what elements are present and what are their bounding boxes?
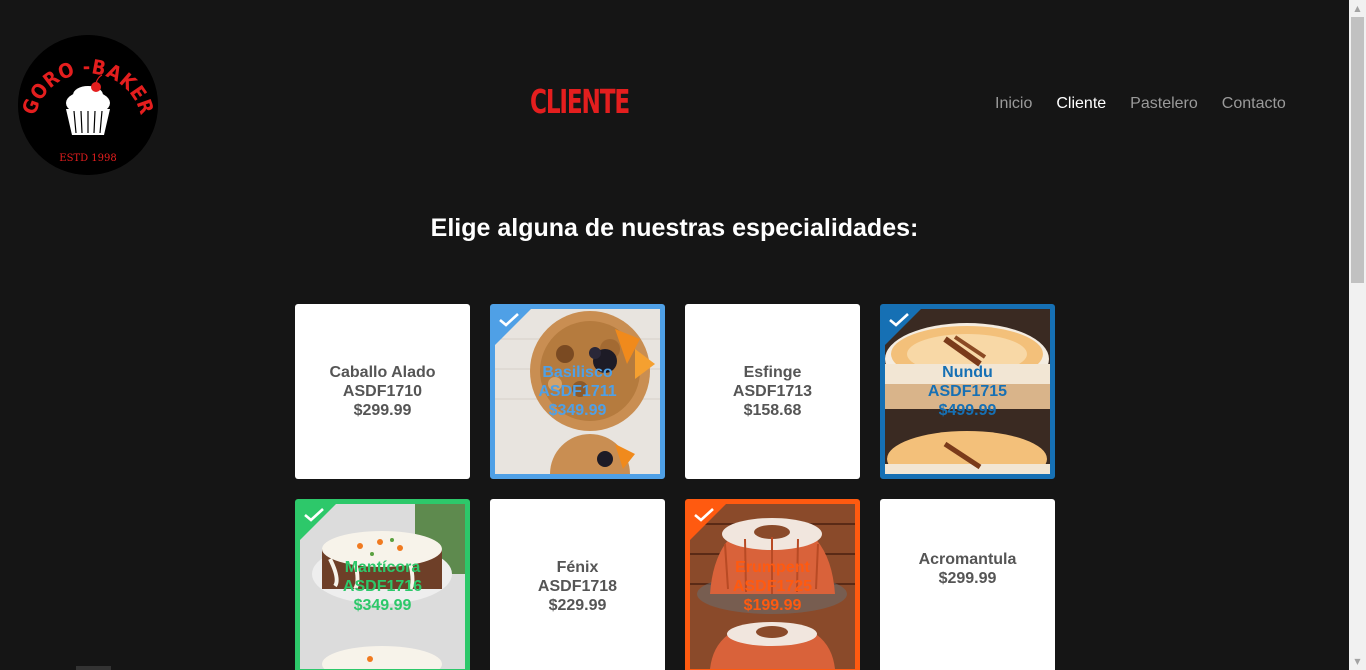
page: GORO -BAKER ESTD 1998 CLIENTE Inicio Cli…	[0, 0, 1366, 670]
product-card-basilisco[interactable]: Basilisco ASDF1711 $349.99	[490, 304, 665, 479]
product-name: Basilisco	[542, 364, 613, 381]
product-code: ASDF1710	[342, 383, 423, 400]
bottom-tab-indicator	[76, 666, 111, 670]
product-info: Esfinge ASDF1713 $158.68	[715, 363, 830, 420]
product-name: Esfinge	[743, 364, 802, 381]
product-code: ASDF1718	[537, 578, 618, 595]
product-price: $299.99	[353, 402, 412, 419]
product-info: Mantícora ASDF1716 $349.99	[325, 558, 440, 615]
nav-item-contacto[interactable]: Contacto	[1222, 95, 1286, 113]
cupcake-logo-icon: GORO -BAKER ESTD 1998	[18, 35, 158, 175]
product-info: Acromantula $299.99	[901, 550, 1035, 588]
product-name: Fénix	[556, 559, 599, 576]
product-name: Acromantula	[918, 550, 1017, 568]
product-code: ASDF1711	[538, 383, 617, 400]
product-card-esfinge[interactable]: Esfinge ASDF1713 $158.68	[685, 304, 860, 479]
product-code: ASDF1713	[732, 383, 813, 400]
product-price: $349.99	[548, 402, 607, 419]
vertical-scrollbar[interactable]: ▲ ▼	[1349, 0, 1366, 670]
product-name: Nundu	[942, 364, 993, 381]
logo-established-text: ESTD 1998	[59, 153, 116, 164]
section-heading: Elige alguna de nuestras especialidades:	[430, 214, 919, 242]
product-name: Mantícora	[344, 559, 421, 576]
nav-item-pastelero[interactable]: Pastelero	[1130, 95, 1198, 113]
nav-item-cliente[interactable]: Cliente	[1056, 95, 1106, 113]
product-code: ASDF1715	[927, 383, 1008, 400]
product-name: Erumpent	[735, 559, 810, 576]
arrow-up-icon[interactable]: ▲	[1349, 0, 1366, 17]
product-card-erumpent[interactable]: Erumpent ASDF1725 $199.99	[685, 499, 860, 670]
product-name: Caballo Alado	[329, 364, 436, 381]
arrow-down-icon[interactable]: ▼	[1349, 653, 1366, 670]
product-price: $349.99	[353, 597, 412, 614]
checkmark-icon	[304, 508, 324, 522]
product-price: $199.99	[743, 597, 802, 614]
product-price: $158.68	[743, 402, 802, 419]
product-price: $229.99	[548, 597, 607, 614]
product-card-caballo-alado[interactable]: Caballo Alado ASDF1710 $299.99	[295, 304, 470, 479]
product-code: ASDF1716	[342, 578, 423, 595]
product-code: ASDF1725	[732, 578, 813, 595]
product-info: Basilisco ASDF1711 $349.99	[520, 363, 634, 420]
product-card-fenix[interactable]: Fénix ASDF1718 $229.99	[490, 499, 665, 670]
product-info: Nundu ASDF1715 $499.99	[910, 363, 1025, 420]
page-title: CLIENTE	[530, 82, 630, 121]
product-info: Fénix ASDF1718 $229.99	[520, 558, 635, 615]
checkmark-icon	[499, 313, 519, 327]
checkmark-icon	[694, 508, 714, 522]
brand-logo[interactable]: GORO -BAKER ESTD 1998	[18, 35, 158, 175]
checkmark-icon	[889, 313, 909, 327]
product-info: Erumpent ASDF1725 $199.99	[715, 558, 830, 615]
product-card-nundu[interactable]: Nundu ASDF1715 $499.99	[880, 304, 1055, 479]
scrollbar-thumb[interactable]	[1351, 17, 1364, 283]
product-price: $499.99	[938, 402, 997, 419]
nav-item-inicio[interactable]: Inicio	[995, 95, 1032, 113]
product-card-acromantula[interactable]: Acromantula $299.99	[880, 499, 1055, 670]
main-nav: Inicio Cliente Pastelero Contacto	[995, 95, 1286, 113]
product-info: Caballo Alado ASDF1710 $299.99	[311, 363, 453, 420]
product-card-manticora[interactable]: Mantícora ASDF1716 $349.99	[295, 499, 470, 670]
product-price: $299.99	[938, 569, 997, 587]
